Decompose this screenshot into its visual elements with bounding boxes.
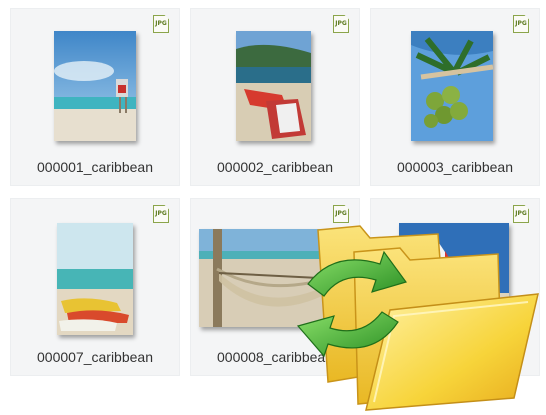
file-name: 000002_caribbean: [217, 159, 333, 175]
folder-sync-overlay: [288, 212, 546, 415]
thumbnail-image: [411, 31, 493, 141]
file-name: 000001_caribbean: [37, 159, 153, 175]
folder-icon: [296, 225, 539, 411]
file-tile-000001[interactable]: JPG 000001_caribbean: [10, 8, 180, 186]
jpg-file-icon: JPG: [513, 15, 529, 33]
thumbnail-image: [236, 31, 311, 141]
file-tile-000003[interactable]: JPG 000003_caribbean: [370, 8, 540, 186]
file-tile-000007[interactable]: JPG 000007_caribbean: [10, 198, 180, 376]
jpg-file-icon: JPG: [153, 205, 169, 223]
file-name: 000007_caribbean: [37, 349, 153, 365]
jpg-file-icon: JPG: [153, 15, 169, 33]
file-name: 000003_caribbean: [397, 159, 513, 175]
thumbnail-image: [57, 223, 133, 335]
jpg-file-icon: JPG: [333, 15, 349, 33]
file-tile-000002[interactable]: JPG 000002_caribbean: [190, 8, 360, 186]
thumbnail-image: [54, 31, 136, 141]
